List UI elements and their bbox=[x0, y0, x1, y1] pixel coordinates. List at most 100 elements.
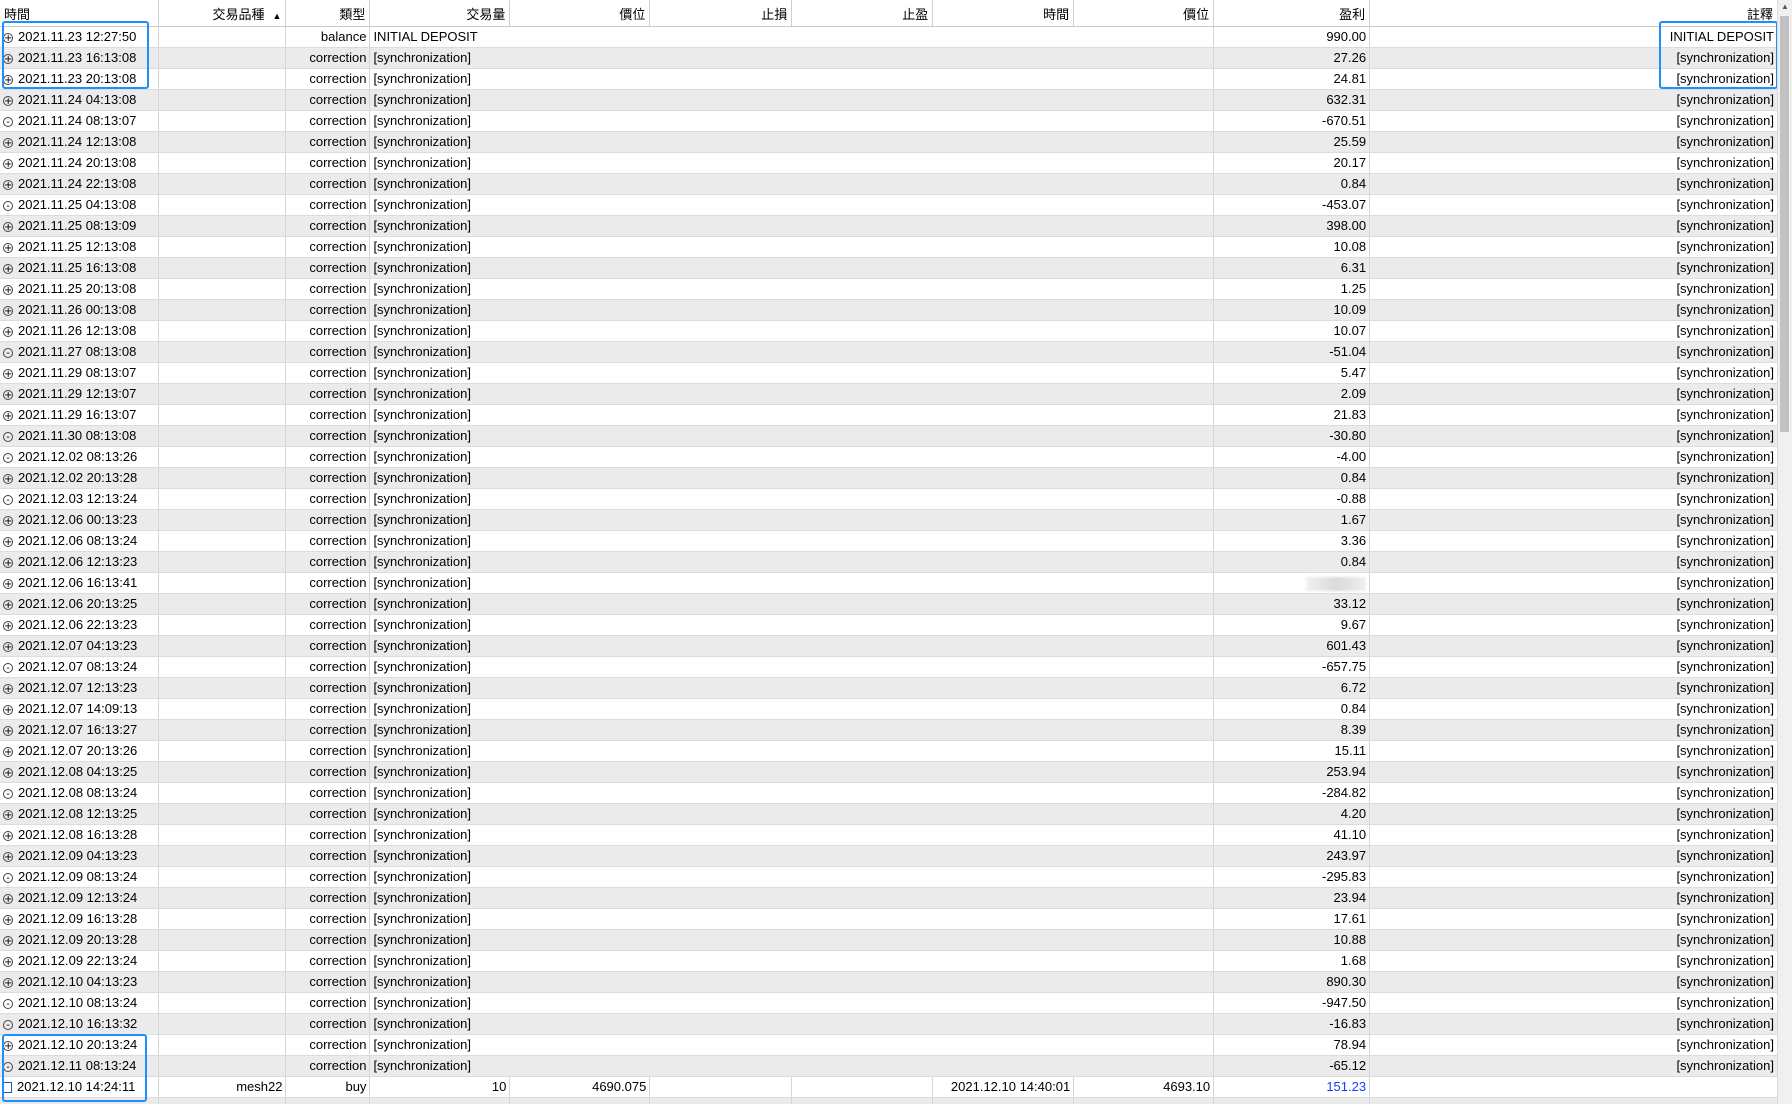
expand-plus-icon[interactable]: + bbox=[3, 158, 13, 169]
expand-plus-icon[interactable]: + bbox=[3, 473, 13, 484]
table-row[interactable]: -2021.11.25 04:13:08 correction [synchroni… bbox=[0, 194, 1778, 216]
expand-plus-icon[interactable]: + bbox=[3, 851, 13, 862]
expand-plus-icon[interactable]: + bbox=[3, 830, 13, 841]
table-row[interactable]: +2021.12.09 12:13:24 correction [synchroni… bbox=[0, 887, 1778, 909]
expand-plus-icon[interactable]: + bbox=[3, 95, 13, 106]
table-row[interactable]: -2021.12.07 08:13:24 correction [synchroni… bbox=[0, 656, 1778, 678]
table-row[interactable] bbox=[0, 1097, 1778, 1104]
table-row[interactable]: -2021.12.09 08:13:24 correction [synchroni… bbox=[0, 866, 1778, 888]
table-row[interactable]: +2021.11.25 20:13:08 correction [synchroni… bbox=[0, 278, 1778, 300]
expand-plus-icon[interactable]: + bbox=[3, 74, 13, 85]
table-row[interactable]: -2021.12.03 12:13:24 correction [synchroni… bbox=[0, 488, 1778, 510]
table-row[interactable]: +2021.11.29 08:13:07 correction [synchroni… bbox=[0, 362, 1778, 384]
header-profit[interactable]: 盈利 bbox=[1213, 0, 1371, 27]
expand-plus-icon[interactable]: + bbox=[3, 515, 13, 526]
expand-plus-icon[interactable]: + bbox=[3, 389, 13, 400]
header-stop-loss[interactable]: 止損 bbox=[649, 0, 793, 27]
expand-plus-icon[interactable]: + bbox=[3, 914, 13, 925]
table-row[interactable]: +2021.11.23 12:27:50 balance INITIAL DEPOS… bbox=[0, 26, 1778, 48]
table-row[interactable]: -2021.12.02 08:13:26 correction [synchroni… bbox=[0, 446, 1778, 468]
expand-plus-icon[interactable]: + bbox=[3, 641, 13, 652]
header-comment[interactable]: 註釋 bbox=[1369, 0, 1778, 27]
expand-plus-icon[interactable]: + bbox=[3, 242, 13, 253]
collapse-minus-icon[interactable]: - bbox=[3, 431, 13, 442]
table-row[interactable]: +2021.11.29 16:13:07 correction [synchroni… bbox=[0, 404, 1778, 426]
table-row[interactable]: +2021.11.24 20:13:08 correction [synchroni… bbox=[0, 152, 1778, 174]
collapse-minus-icon[interactable]: - bbox=[3, 494, 13, 505]
table-row[interactable]: -2021.12.08 08:13:24 correction [synchroni… bbox=[0, 782, 1778, 804]
table-row[interactable]: +2021.12.07 14:09:13 correction [synchroni… bbox=[0, 698, 1778, 720]
expand-plus-icon[interactable]: + bbox=[3, 935, 13, 946]
expand-plus-icon[interactable]: + bbox=[3, 578, 13, 589]
expand-plus-icon[interactable]: + bbox=[3, 746, 13, 757]
collapse-minus-icon[interactable]: - bbox=[3, 452, 13, 463]
header-close-price[interactable]: 價位 bbox=[1073, 0, 1215, 27]
header-close-time[interactable]: 時間 bbox=[932, 0, 1075, 27]
header-symbol[interactable]: 交易品種 ▲ bbox=[158, 0, 287, 27]
collapse-minus-icon[interactable]: - bbox=[3, 347, 13, 358]
scroll-up-arrow-icon[interactable]: ▲ bbox=[1778, 0, 1792, 14]
table-row[interactable]: +2021.12.08 12:13:25 correction [synchroni… bbox=[0, 803, 1778, 825]
header-time[interactable]: 時間 bbox=[0, 0, 160, 27]
table-row[interactable]: -2021.11.30 08:13:08 correction [synchroni… bbox=[0, 425, 1778, 447]
expand-plus-icon[interactable]: + bbox=[3, 725, 13, 736]
table-row[interactable]: +2021.11.26 00:13:08 correction [synchroni… bbox=[0, 299, 1778, 321]
table-row[interactable]: +2021.11.24 12:13:08 correction [synchroni… bbox=[0, 131, 1778, 153]
table-row[interactable]: +2021.12.09 22:13:24 correction [synchroni… bbox=[0, 950, 1778, 972]
expand-plus-icon[interactable]: + bbox=[3, 683, 13, 694]
expand-plus-icon[interactable]: + bbox=[3, 809, 13, 820]
table-row[interactable]: +2021.12.07 20:13:26 correction [synchroni… bbox=[0, 740, 1778, 762]
collapse-minus-icon[interactable]: - bbox=[3, 872, 13, 883]
table-row[interactable]: -2021.11.24 08:13:07 correction [synchroni… bbox=[0, 110, 1778, 132]
collapse-minus-icon[interactable]: - bbox=[3, 116, 13, 127]
table-row[interactable]: +2021.12.07 12:13:23 correction [synchroni… bbox=[0, 677, 1778, 699]
expand-plus-icon[interactable]: + bbox=[3, 263, 13, 274]
table-row[interactable]: +2021.12.10 04:13:23 correction [synchroni… bbox=[0, 971, 1778, 993]
expand-plus-icon[interactable]: + bbox=[3, 767, 13, 778]
table-row[interactable]: +2021.12.06 22:13:23 correction [synchroni… bbox=[0, 614, 1778, 636]
collapse-minus-icon[interactable]: - bbox=[3, 200, 13, 211]
expand-plus-icon[interactable]: + bbox=[3, 1040, 13, 1051]
expand-plus-icon[interactable]: + bbox=[3, 956, 13, 967]
table-row[interactable]: +2021.11.23 16:13:08 correction [synchroni… bbox=[0, 47, 1778, 69]
expand-plus-icon[interactable]: + bbox=[3, 32, 13, 43]
table-row[interactable]: +2021.11.29 12:13:07 correction [synchroni… bbox=[0, 383, 1778, 405]
expand-plus-icon[interactable]: + bbox=[3, 284, 13, 295]
table-row[interactable]: +2021.12.08 04:13:25 correction [synchroni… bbox=[0, 761, 1778, 783]
collapse-minus-icon[interactable]: - bbox=[3, 1061, 13, 1072]
table-row[interactable]: +2021.12.06 16:13:41 correction [synchroni… bbox=[0, 572, 1778, 594]
table-row[interactable]: +2021.12.07 04:13:23 correction [synchroni… bbox=[0, 635, 1778, 657]
collapse-minus-icon[interactable]: - bbox=[3, 788, 13, 799]
table-row[interactable]: -2021.12.10 08:13:24 correction [synchroni… bbox=[0, 992, 1778, 1014]
expand-plus-icon[interactable]: + bbox=[3, 305, 13, 316]
vertical-scrollbar[interactable]: ▲ bbox=[1777, 0, 1792, 1104]
table-row[interactable]: +2021.12.10 20:13:24 correction [synchroni… bbox=[0, 1034, 1778, 1056]
expand-plus-icon[interactable]: + bbox=[3, 536, 13, 547]
expand-plus-icon[interactable]: + bbox=[3, 410, 13, 421]
table-row[interactable]: +2021.12.09 04:13:23 correction [synchroni… bbox=[0, 845, 1778, 867]
expand-plus-icon[interactable]: + bbox=[3, 179, 13, 190]
table-row[interactable]: -2021.11.27 08:13:08 correction [synchroni… bbox=[0, 341, 1778, 363]
table-row[interactable]: +2021.12.06 12:13:23 correction [synchroni… bbox=[0, 551, 1778, 573]
table-row[interactable]: +2021.12.06 00:13:23 correction [synchroni… bbox=[0, 509, 1778, 531]
trade-row[interactable]: 2021.12.10 14:24:11 mesh22 buy 10 4690.075 20… bbox=[0, 1076, 1778, 1098]
table-row[interactable]: +2021.11.25 08:13:09 correction [synchroni… bbox=[0, 215, 1778, 237]
table-row[interactable]: +2021.12.06 08:13:24 correction [synchroni… bbox=[0, 530, 1778, 552]
table-row[interactable]: +2021.12.08 16:13:28 correction [synchroni… bbox=[0, 824, 1778, 846]
expand-plus-icon[interactable]: + bbox=[3, 221, 13, 232]
expand-plus-icon[interactable]: + bbox=[3, 620, 13, 631]
table-row[interactable]: +2021.11.24 22:13:08 correction [synchroni… bbox=[0, 173, 1778, 195]
header-price[interactable]: 價位 bbox=[509, 0, 651, 27]
expand-plus-icon[interactable]: + bbox=[3, 53, 13, 64]
header-volume[interactable]: 交易量 bbox=[369, 0, 511, 27]
expand-plus-icon[interactable]: + bbox=[3, 368, 13, 379]
table-row[interactable]: +2021.12.09 20:13:28 correction [synchroni… bbox=[0, 929, 1778, 951]
expand-plus-icon[interactable]: + bbox=[3, 704, 13, 715]
collapse-minus-icon[interactable]: - bbox=[3, 662, 13, 673]
table-row[interactable]: +2021.12.09 16:13:28 correction [synchroni… bbox=[0, 908, 1778, 930]
expand-plus-icon[interactable]: + bbox=[3, 599, 13, 610]
collapse-minus-icon[interactable]: - bbox=[3, 998, 13, 1009]
table-row[interactable]: +2021.11.26 12:13:08 correction [synchroni… bbox=[0, 320, 1778, 342]
table-row[interactable]: +2021.11.24 04:13:08 correction [synchroni… bbox=[0, 89, 1778, 111]
expand-plus-icon[interactable]: + bbox=[3, 893, 13, 904]
